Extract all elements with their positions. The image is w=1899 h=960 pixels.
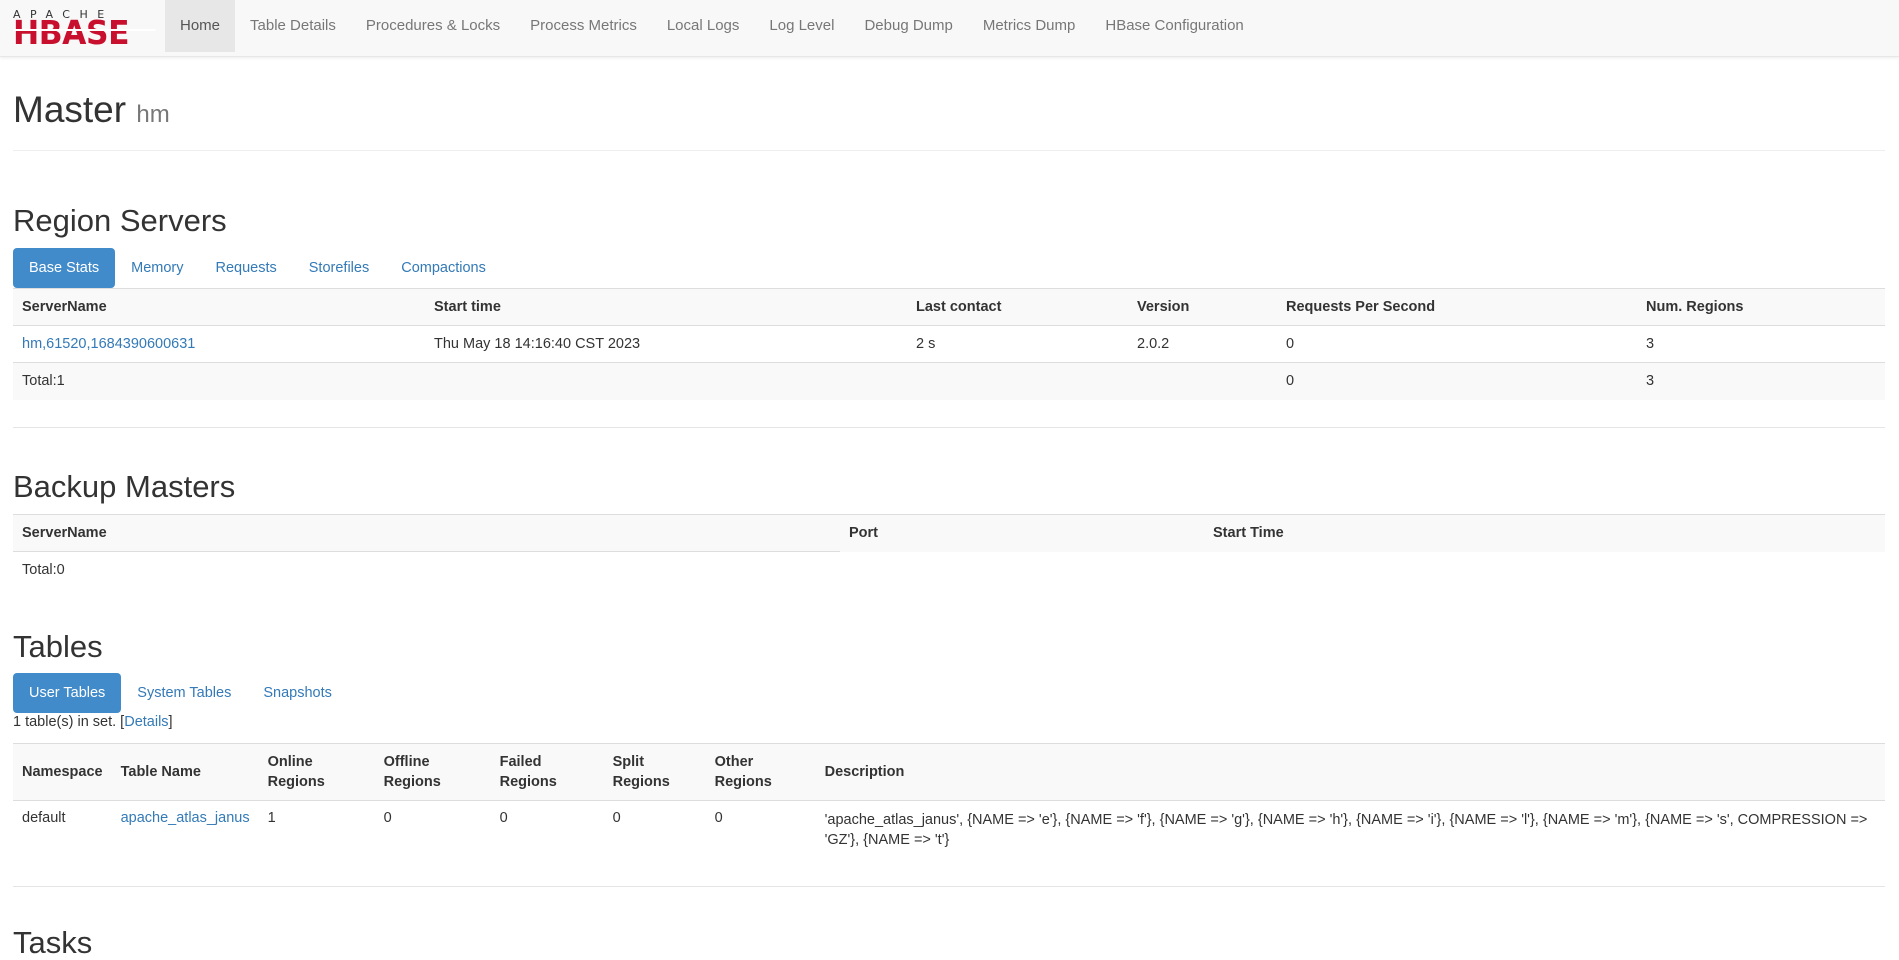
col-servername: ServerName [13, 288, 425, 326]
total-row: Total:1 0 3 [13, 362, 1885, 400]
main-nav: Home Table Details Procedures & Locks Pr… [165, 0, 1259, 52]
version-cell: 2.0.2 [1128, 325, 1277, 363]
hbase-logo[interactable]: APACHE HBASE [13, 8, 156, 49]
tasks-heading: Tasks [13, 925, 93, 960]
table-name-cell: apache_atlas_janus [111, 800, 259, 856]
nav-debug-dump[interactable]: Debug Dump [849, 0, 967, 52]
nav-procedures-locks[interactable]: Procedures & Locks [351, 0, 515, 52]
col-servername: ServerName [13, 514, 840, 552]
details-link[interactable]: Details [124, 714, 168, 730]
col-failed-regions: Failed Regions [490, 743, 604, 801]
col-other-regions: Other Regions [705, 743, 816, 801]
server-cell: hm,61520,1684390600631 [13, 325, 425, 363]
table-header-row: Namespace Table Name Online Regions Offli… [13, 743, 1885, 801]
offline-regions-cell: 0 [374, 800, 491, 856]
user-tables-table: Namespace Table Name Online Regions Offli… [13, 743, 1885, 856]
nav-home[interactable]: Home [165, 0, 236, 52]
col-offline-regions: Offline Regions [374, 743, 491, 801]
region-servers-tabs: Base Stats Memory Requests Storefiles Co… [13, 248, 502, 288]
region-servers-table: ServerName Start time Last contact Versi… [13, 288, 1885, 400]
col-start-time: Start Time [1204, 514, 1885, 552]
tables-heading: Tables [13, 629, 103, 664]
rps-cell: 0 [1277, 325, 1637, 363]
nav-log-level[interactable]: Log Level [754, 0, 849, 52]
nav-hbase-configuration[interactable]: HBase Configuration [1090, 0, 1258, 52]
logo-hbase-text: HBASE [13, 16, 156, 49]
last-contact-cell: 2 s [907, 325, 1128, 363]
tab-base-stats[interactable]: Base Stats [13, 248, 116, 288]
tab-system-tables[interactable]: System Tables [121, 673, 247, 713]
col-online-regions: Online Regions [258, 743, 375, 801]
page-title: Master hm [13, 89, 170, 130]
tab-memory[interactable]: Memory [115, 248, 199, 288]
region-servers-heading: Region Servers [13, 203, 227, 238]
col-description: Description [815, 743, 1885, 801]
divider [13, 427, 1885, 428]
table-header-row: ServerName Start time Last contact Versi… [13, 288, 1885, 326]
col-port: Port [840, 514, 1204, 552]
col-split-regions: Split Regions [603, 743, 706, 801]
table-count-text: 1 table(s) in set. [Details] [13, 714, 173, 730]
col-namespace: Namespace [13, 743, 112, 801]
page-header: Master hm [13, 90, 1885, 151]
tab-compactions[interactable]: Compactions [385, 248, 502, 288]
other-regions-cell: 0 [705, 800, 816, 856]
tables-tabs: User Tables System Tables Snapshots [13, 673, 348, 713]
regions-cell: 3 [1637, 325, 1885, 363]
backup-masters-heading: Backup Masters [13, 469, 236, 504]
col-last-contact: Last contact [907, 288, 1128, 326]
col-num-regions: Num. Regions [1637, 288, 1885, 326]
server-link[interactable]: hm,61520,1684390600631 [22, 336, 195, 352]
online-regions-cell: 1 [258, 800, 375, 856]
total-label: Total:1 [13, 362, 425, 400]
col-version: Version [1128, 288, 1277, 326]
failed-regions-cell: 0 [490, 800, 604, 856]
start-time-cell: Thu May 18 14:16:40 CST 2023 [425, 325, 907, 363]
total-row: Total:0 [13, 552, 1885, 589]
table-header-row: ServerName Port Start Time [13, 514, 1885, 552]
total-label: Total:0 [22, 562, 65, 579]
total-regions: 3 [1637, 362, 1885, 400]
col-start-time: Start time [425, 288, 907, 326]
table-name-link[interactable]: apache_atlas_janus [121, 810, 250, 826]
col-table-name: Table Name [111, 743, 259, 801]
nav-process-metrics[interactable]: Process Metrics [515, 0, 652, 52]
table-row: default apache_atlas_janus 1 0 0 0 0 'ap… [13, 800, 1885, 856]
backup-masters-table: ServerName Port Start Time Total:0 [13, 514, 1885, 589]
table-row: hm,61520,1684390600631 Thu May 18 14:16:… [13, 325, 1885, 363]
nav-local-logs[interactable]: Local Logs [652, 0, 755, 52]
top-navbar: APACHE HBASE Home Table Details Procedur… [0, 0, 1899, 57]
description-cell: 'apache_atlas_janus', {NAME => 'e'}, {NA… [815, 800, 1885, 856]
tab-user-tables[interactable]: User Tables [13, 673, 122, 713]
tab-requests[interactable]: Requests [200, 248, 293, 288]
namespace-cell: default [13, 800, 112, 856]
col-requests-per-second: Requests Per Second [1277, 288, 1637, 326]
page-subtitle: hm [136, 101, 170, 128]
split-regions-cell: 0 [603, 800, 706, 856]
divider [13, 886, 1885, 887]
nav-table-details[interactable]: Table Details [235, 0, 351, 52]
nav-metrics-dump[interactable]: Metrics Dump [968, 0, 1091, 52]
tab-storefiles[interactable]: Storefiles [293, 248, 385, 288]
total-rps: 0 [1277, 362, 1637, 400]
tab-snapshots[interactable]: Snapshots [247, 673, 348, 713]
